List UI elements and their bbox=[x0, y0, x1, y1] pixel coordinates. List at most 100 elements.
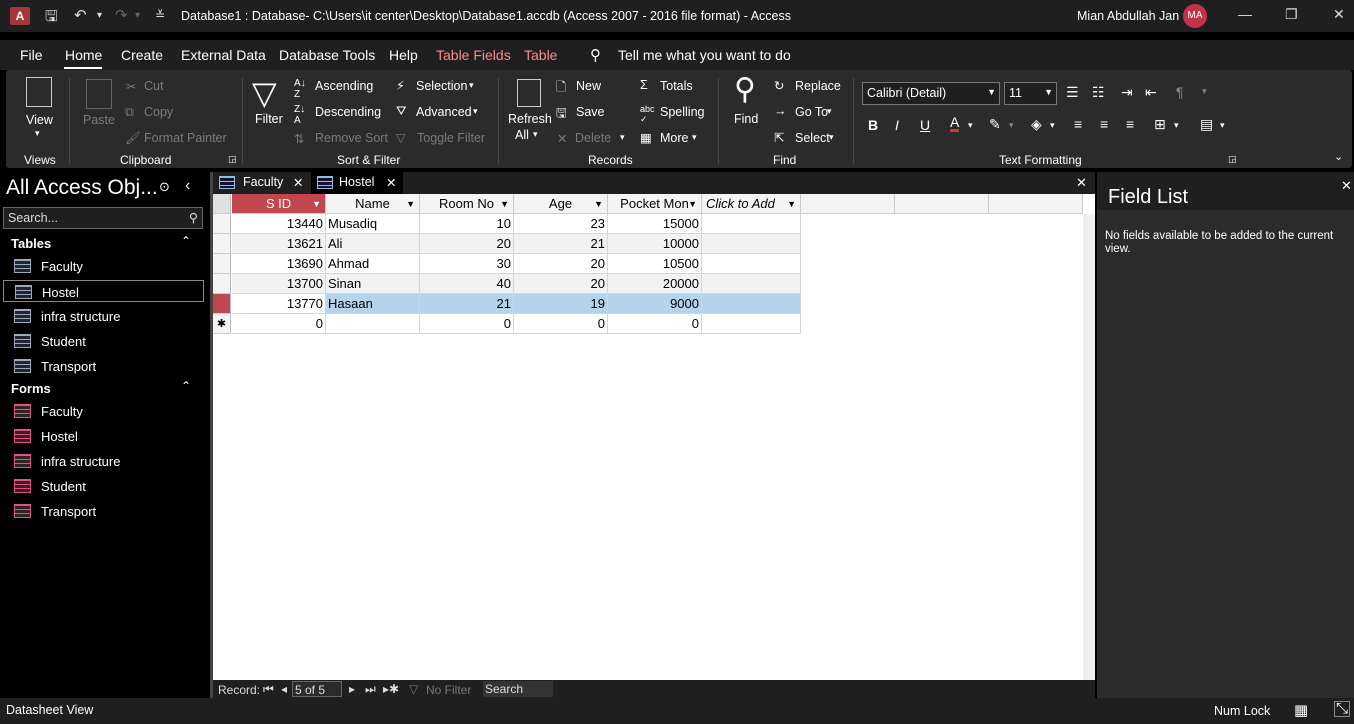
underline-button[interactable]: U bbox=[920, 117, 930, 133]
column-header-pocket-money[interactable]: Pocket Mon ▼ bbox=[608, 194, 702, 214]
selection-button[interactable]: Selection bbox=[416, 79, 467, 93]
highlight-icon[interactable]: ✎ bbox=[989, 116, 1001, 133]
column-header-click-to-add[interactable]: Click to Add ▼ bbox=[702, 194, 801, 214]
user-name[interactable]: Mian Abdullah Jan bbox=[1077, 9, 1179, 23]
nav-section-forms[interactable]: Forms bbox=[11, 381, 51, 396]
go-to-dropdown-icon[interactable]: ▾ bbox=[827, 106, 832, 117]
table-cell[interactable]: Musadiq bbox=[326, 214, 420, 234]
new-row-cell[interactable]: 0 bbox=[608, 314, 702, 334]
increase-indent-icon[interactable]: ⇥ bbox=[1121, 84, 1133, 101]
spelling-button[interactable]: Spelling bbox=[660, 105, 704, 119]
table-cell[interactable]: 23 bbox=[514, 214, 608, 234]
refresh-dropdown-icon[interactable]: ▾ bbox=[533, 129, 538, 140]
customize-qat-icon[interactable]: ≚ bbox=[155, 8, 165, 22]
refresh-all-label-2[interactable]: All bbox=[515, 128, 529, 142]
table-cell[interactable]: 20 bbox=[514, 274, 608, 294]
advanced-dropdown-icon[interactable]: ▾ bbox=[473, 106, 478, 117]
menu-table-fields[interactable]: Table Fields bbox=[436, 47, 511, 63]
new-row-cell[interactable] bbox=[702, 314, 801, 334]
close-icon[interactable]: ✕ bbox=[293, 175, 303, 190]
column-dropdown-icon[interactable]: ▼ bbox=[312, 194, 321, 214]
table-cell[interactable]: Ali bbox=[326, 234, 420, 254]
nav-table-transport[interactable]: Transport bbox=[3, 355, 204, 377]
avatar[interactable]: MA bbox=[1183, 4, 1207, 28]
table-cell[interactable]: 13770 bbox=[232, 294, 326, 314]
chevron-down-icon[interactable]: ▾ bbox=[1174, 120, 1179, 131]
row-selector[interactable] bbox=[213, 234, 231, 254]
select-button[interactable]: Select bbox=[795, 131, 830, 145]
column-dropdown-icon[interactable]: ▼ bbox=[594, 194, 603, 214]
table-cell[interactable]: 30 bbox=[420, 254, 514, 274]
previous-record-icon[interactable]: ◂ bbox=[281, 682, 287, 696]
collapse-nav-icon[interactable]: ‹ bbox=[185, 177, 190, 195]
numbering-icon[interactable]: ☷ bbox=[1092, 84, 1105, 101]
table-cell[interactable]: 10000 bbox=[608, 234, 702, 254]
nav-table-hostel[interactable]: Hostel bbox=[3, 280, 204, 302]
nav-form-student[interactable]: Student bbox=[3, 475, 204, 497]
nav-form-infra-structure[interactable]: infra structure bbox=[3, 450, 204, 472]
first-record-icon[interactable]: ⏮ bbox=[263, 682, 274, 697]
chevron-down-icon[interactable]: ▾ bbox=[968, 120, 973, 131]
close-icon[interactable]: ✕ bbox=[1341, 178, 1352, 194]
filter-button[interactable]: Filter bbox=[255, 112, 283, 126]
table-cell[interactable]: 20000 bbox=[608, 274, 702, 294]
table-cell[interactable] bbox=[702, 254, 801, 274]
menu-external-data[interactable]: External Data bbox=[181, 47, 266, 63]
column-header-name[interactable]: Name ▼ bbox=[326, 194, 420, 214]
menu-home[interactable]: Home bbox=[65, 47, 102, 63]
chevron-up-icon[interactable]: ⌃ bbox=[181, 234, 191, 248]
table-cell[interactable]: 13621 bbox=[232, 234, 326, 254]
row-selector[interactable] bbox=[213, 214, 231, 234]
table-cell[interactable] bbox=[702, 214, 801, 234]
table-cell[interactable]: 21 bbox=[514, 234, 608, 254]
row-selector[interactable] bbox=[213, 254, 231, 274]
column-header-s-id[interactable]: S ID ▼ bbox=[232, 194, 326, 214]
go-to-button[interactable]: Go To bbox=[795, 105, 828, 119]
column-dropdown-icon[interactable]: ▼ bbox=[688, 194, 697, 214]
fill-color-icon[interactable]: ◈ bbox=[1031, 116, 1042, 133]
undo-dropdown-icon[interactable]: ▾ bbox=[97, 10, 102, 21]
menu-file[interactable]: File bbox=[20, 47, 43, 63]
tab-hostel[interactable]: Hostel ✕ bbox=[311, 172, 403, 194]
table-cell[interactable]: 13700 bbox=[232, 274, 326, 294]
nav-form-faculty[interactable]: Faculty bbox=[3, 400, 204, 422]
totals-button[interactable]: Totals bbox=[660, 79, 693, 93]
design-view-icon[interactable]: ⤡ bbox=[1334, 701, 1350, 717]
new-record-nav-icon[interactable]: ▸✱ bbox=[383, 682, 399, 696]
alt-row-color-icon[interactable]: ▤ bbox=[1200, 116, 1213, 133]
tell-me-input[interactable]: Tell me what you want to do bbox=[618, 47, 791, 63]
table-cell[interactable]: 9000 bbox=[608, 294, 702, 314]
chevron-up-icon[interactable]: ⌃ bbox=[181, 379, 191, 393]
decrease-indent-icon[interactable]: ⇤ bbox=[1145, 84, 1157, 101]
new-row-cell[interactable]: 0 bbox=[420, 314, 514, 334]
nav-form-transport[interactable]: Transport bbox=[3, 500, 204, 522]
selection-dropdown-icon[interactable]: ▾ bbox=[469, 80, 474, 91]
no-filter-indicator[interactable]: No Filter bbox=[426, 683, 471, 697]
descending-button[interactable]: Descending bbox=[315, 105, 381, 119]
new-row-cell[interactable]: 0 bbox=[232, 314, 326, 334]
more-dropdown-icon[interactable]: ▾ bbox=[692, 132, 697, 143]
table-cell[interactable]: 10 bbox=[420, 214, 514, 234]
nav-section-tables[interactable]: Tables bbox=[11, 236, 51, 251]
more-button[interactable]: More bbox=[660, 131, 688, 145]
gridlines-icon[interactable]: ⊞ bbox=[1154, 116, 1166, 133]
delete-dropdown-icon[interactable]: ▾ bbox=[620, 132, 625, 143]
advanced-button[interactable]: Advanced bbox=[416, 105, 472, 119]
save-icon[interactable]: 🖫 bbox=[45, 6, 58, 31]
select-dropdown-icon[interactable]: ▾ bbox=[829, 132, 834, 143]
minimize-icon[interactable]: — bbox=[1238, 6, 1252, 22]
bullets-icon[interactable]: ☰ bbox=[1066, 84, 1079, 101]
view-button[interactable]: View bbox=[26, 113, 53, 127]
table-cell[interactable]: 20 bbox=[514, 254, 608, 274]
font-size-select[interactable]: 11 ▼ bbox=[1004, 82, 1057, 105]
italic-button[interactable]: I bbox=[895, 117, 899, 133]
collapse-ribbon-icon[interactable]: ⌄ bbox=[1334, 150, 1343, 163]
column-dropdown-icon[interactable]: ▼ bbox=[500, 194, 509, 214]
ascending-button[interactable]: Ascending bbox=[315, 79, 373, 93]
nav-search-input[interactable]: Search... ⚲ bbox=[3, 207, 203, 229]
chevron-down-icon[interactable]: ▾ bbox=[1050, 120, 1055, 131]
new-record-button[interactable]: New bbox=[576, 79, 601, 93]
record-search-input[interactable]: Search bbox=[483, 681, 553, 697]
vertical-scrollbar[interactable] bbox=[1083, 214, 1095, 680]
replace-button[interactable]: Replace bbox=[795, 79, 841, 93]
